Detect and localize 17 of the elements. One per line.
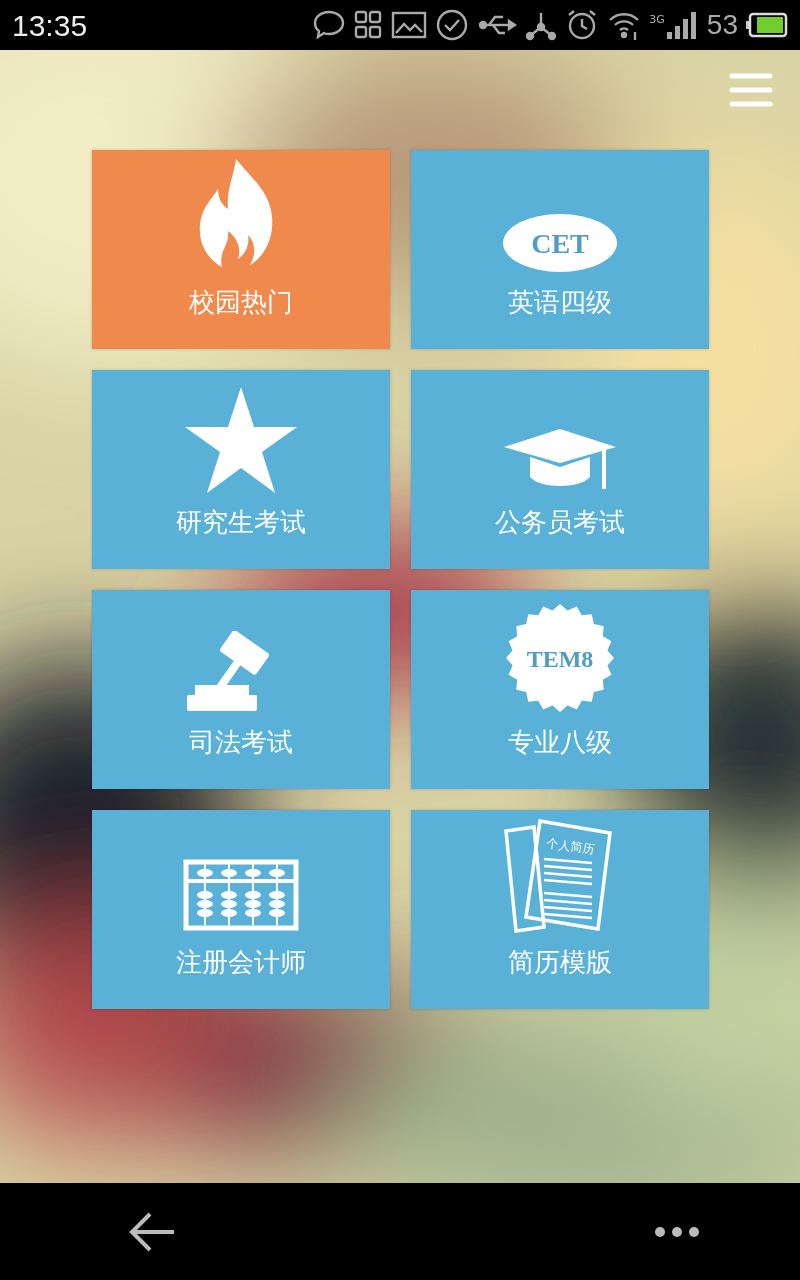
- seal-badge-icon: TEM8: [504, 603, 615, 713]
- battery-percent: 53: [706, 8, 738, 42]
- category-tile[interactable]: TEM8 专业八级: [410, 590, 709, 789]
- category-tile[interactable]: 研究生考试: [91, 370, 390, 569]
- chat-icon: [313, 8, 346, 42]
- category-tile[interactable]: 公务员考试: [410, 370, 709, 569]
- clock-time: 13:35: [12, 7, 88, 44]
- cet-badge-icon: CET: [501, 213, 618, 273]
- star-icon: [184, 387, 297, 493]
- network-type: 3G: [649, 12, 665, 28]
- category-tile[interactable]: CET 英语四级: [410, 150, 709, 349]
- category-tile[interactable]: 司法考试: [91, 590, 390, 789]
- check-circle-icon: [435, 8, 470, 42]
- category-tile[interactable]: 注册会计师: [91, 810, 390, 1009]
- category-tile[interactable]: 个人简历 简历模版: [410, 810, 709, 1009]
- category-tile[interactable]: 校园热门: [91, 150, 390, 349]
- abacus-icon: [182, 859, 299, 933]
